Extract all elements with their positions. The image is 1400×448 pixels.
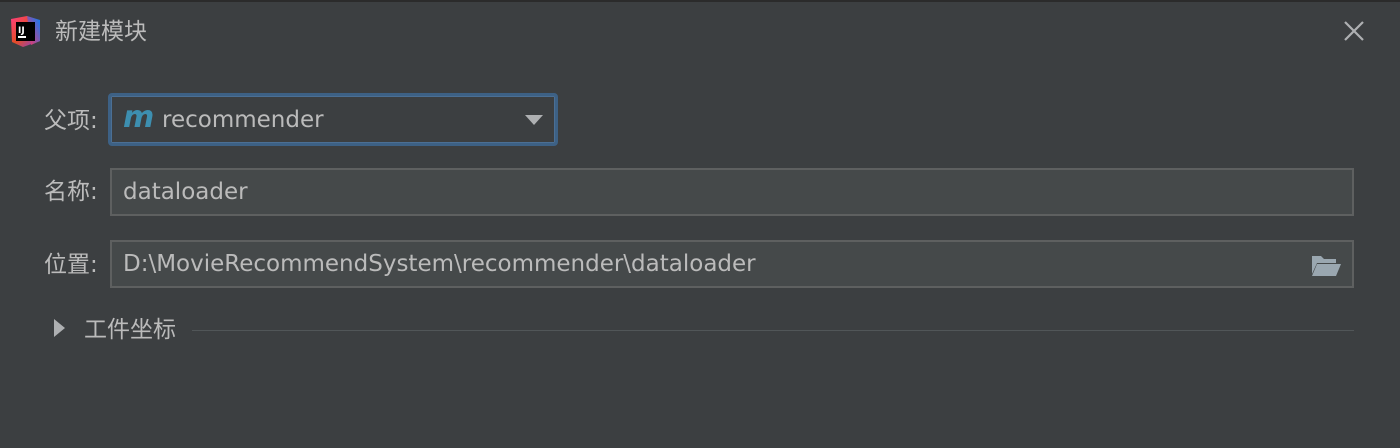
parent-select-value: recommender [162,107,324,133]
artifact-coordinates-section: 工件坐标 [54,314,1354,346]
close-icon[interactable] [1336,16,1372,48]
name-label: 名称: [44,179,98,205]
dialog-title: 新建模块 [55,19,147,45]
new-module-dialog: IJ 新建模块 父项: m recommender 名称: 位置: 工件坐标 [0,0,1400,448]
location-label: 位置: [44,252,98,278]
module-name-field[interactable] [110,168,1354,216]
expand-arrow-icon[interactable] [54,319,65,337]
parent-select[interactable]: m recommender [108,93,558,146]
parent-label: 父项: [44,108,98,134]
location-field[interactable] [110,240,1354,288]
intellij-idea-icon: IJ [11,16,40,47]
chevron-down-icon[interactable] [525,115,543,125]
maven-module-icon: m [123,100,155,135]
artifact-coordinates-toggle[interactable]: 工件坐标 [84,314,176,346]
folder-open-icon[interactable] [1310,252,1342,278]
svg-text:IJ: IJ [18,26,25,36]
section-divider [192,330,1354,331]
